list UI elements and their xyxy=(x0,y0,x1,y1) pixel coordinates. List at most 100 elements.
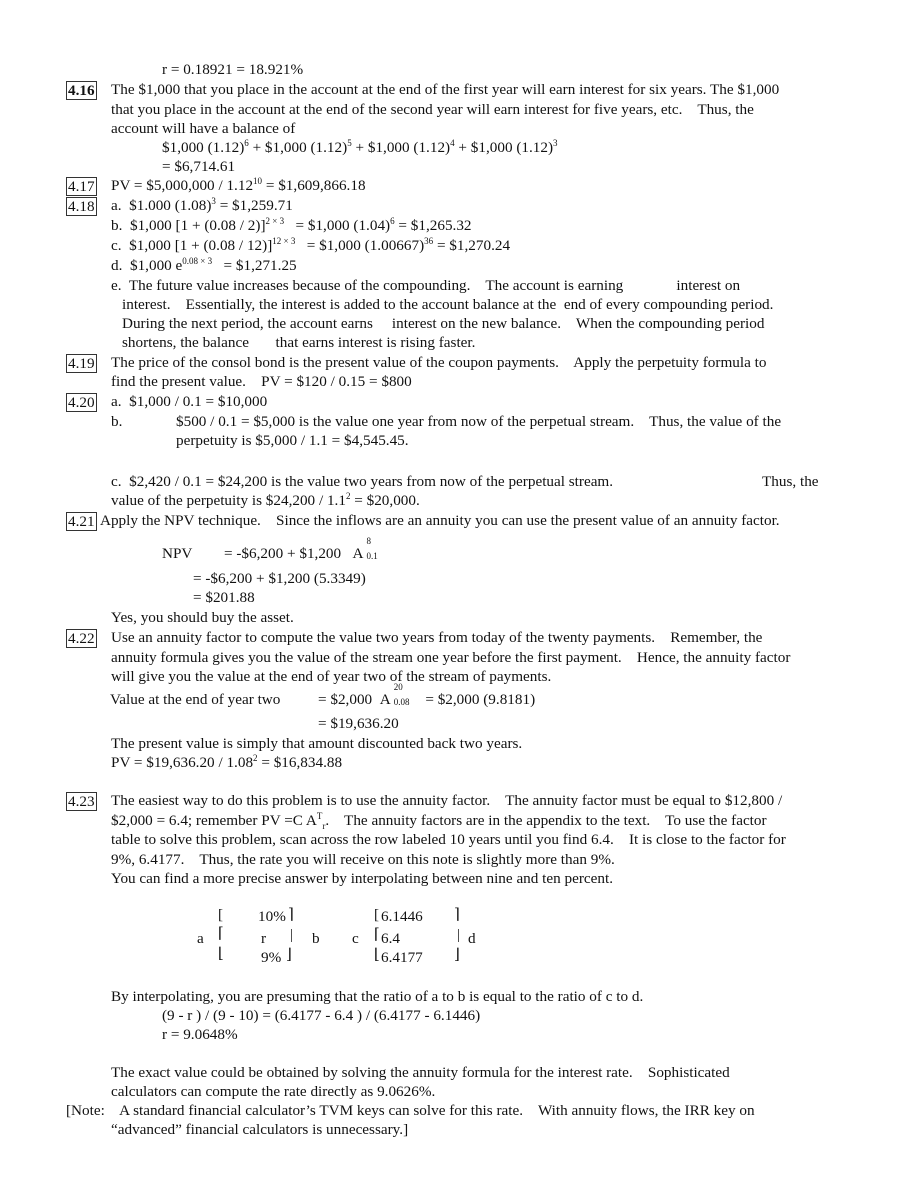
problem-4-22-text-1: Use an annuity factor to compute the val… xyxy=(111,629,763,646)
bracket-d-top: ⌉ xyxy=(454,907,460,923)
problem-4-16-text-1: The $1,000 that you place in the account… xyxy=(111,81,780,98)
bracket-d-bot: ⌋ xyxy=(454,947,460,963)
problem-4-23-text-10: calculators can compute the rate directl… xyxy=(111,1083,436,1100)
eq-term: = $1,271.25 xyxy=(212,257,297,274)
problem-4-23-text-2: $2,000 = 6.4; remember PV =C ATr. The an… xyxy=(111,811,767,831)
left-bracket-mid: ⌈ xyxy=(218,926,224,942)
exponent: 12 × 3 xyxy=(272,236,296,246)
r-result-line: r = 0.18921 = 18.921% xyxy=(162,61,304,78)
problem-4-22-pv: PV = $19,636.20 / 1.082 = $16,834.88 xyxy=(111,753,342,773)
interpolation-equation: (9 - r ) / (9 - 10) = (6.4177 - 6.4 ) / … xyxy=(162,1007,481,1024)
note-line-2: “advanced” financial calculators is unne… xyxy=(111,1121,409,1138)
interp-label-b: b xyxy=(312,930,320,947)
problem-4-16-equation: $1,000 (1.12)6 + $1,000 (1.12)5 + $1,000… xyxy=(162,138,558,158)
npv-equation-2: = -$6,200 + $1,200 (5.3349) xyxy=(193,570,366,587)
problem-4-20-b-2: perpetuity is $5,000 / 1.1 = $4,545.45. xyxy=(176,432,409,449)
problem-4-23-text-6: By interpolating, you are presuming that… xyxy=(111,988,644,1005)
bracket-d-mid: | xyxy=(457,927,461,943)
annuity-periods: 20 xyxy=(393,682,403,692)
problem-4-23-text-9: The exact value could be obtained by sol… xyxy=(111,1064,730,1081)
problem-4-23-text-3: table to solve this problem, scan across… xyxy=(111,831,786,848)
value-end-year-two-label: Value at the end of year two xyxy=(110,691,281,708)
problem-4-18-c: c. $1,000 [1 + (0.08 / 12)]12 × 3 = $1,0… xyxy=(111,236,510,256)
problem-label-4-20: 4.20 xyxy=(66,393,97,412)
eq-term: PV = $19,636.20 / 1.08 xyxy=(111,754,254,771)
problem-4-22-text-3: will give you the value at the end of ye… xyxy=(111,668,552,685)
right-bracket-bot: ⌋ xyxy=(286,947,292,963)
exponent: 3 xyxy=(553,138,558,148)
problem-4-18-e-4: shortens, the balance that earns interes… xyxy=(122,334,476,351)
left-bracket-bot: ⌊ xyxy=(218,946,224,962)
annuity-symbol: A xyxy=(379,691,391,708)
eq-term: b. $1,000 [1 + (0.08 / 2)] xyxy=(111,217,266,234)
npv-equation-3: = $201.88 xyxy=(193,589,255,606)
problem-4-20-b-label: b. xyxy=(111,413,123,430)
eq-term: = $1,609,866.18 xyxy=(262,177,366,194)
annuity-periods: 8 xyxy=(366,536,372,546)
problem-4-20-c-2: value of the perpetuity is $24,200 / 1.1… xyxy=(111,491,420,511)
exponent: 2 × 3 xyxy=(265,216,285,226)
problem-label-4-17: 4.17 xyxy=(66,177,97,196)
problem-label-4-19: 4.19 xyxy=(66,354,97,373)
eq-term: + $1,000 (1.12) xyxy=(454,139,554,156)
interp-left-bot: 9% xyxy=(261,949,282,966)
eq-term: PV = $5,000,000 / 1.12 xyxy=(111,177,254,194)
problem-4-19-text-1: The price of the consol bond is the pres… xyxy=(111,354,767,371)
interp-right-top: 6.1446 xyxy=(381,908,423,925)
problem-4-20-c-1-tail: Thus, the xyxy=(762,473,819,490)
eq-term: = $1,000 (1.00667) xyxy=(295,237,425,254)
interp-right-mid: 6.4 xyxy=(381,930,400,947)
eq-term: a. $1.000 (1.08) xyxy=(111,197,212,214)
problem-4-22-text-4: The present value is simply that amount … xyxy=(111,735,523,752)
problem-4-23-text-1: The easiest way to do this problem is to… xyxy=(111,792,783,809)
eq-term: = $2,000 xyxy=(318,691,373,708)
problem-4-18-e-1: e. The future value increases because of… xyxy=(111,277,741,294)
problem-4-23-text-4: 9%, 6.4177. Thus, the rate you will rece… xyxy=(111,851,615,868)
interp-left-top: 10% xyxy=(258,908,286,925)
interp-label-c: c xyxy=(352,930,359,947)
eq-term: d. $1,000 e xyxy=(111,257,183,274)
problem-4-16-text-2: that you place in the account at the end… xyxy=(111,101,754,118)
npv-equation-1: = -$6,200 + $1,200 A 8 0.1 xyxy=(224,536,381,564)
problem-4-16-result: = $6,714.61 xyxy=(162,158,236,175)
eq-term: = $1,270.24 xyxy=(433,237,511,254)
problem-4-18-a: a. $1.000 (1.08)3 = $1,259.71 xyxy=(111,196,293,216)
eq-term: = $1,000 (1.04) xyxy=(284,217,391,234)
eq-term: + $1,000 (1.12) xyxy=(351,139,451,156)
annuity-symbol: A xyxy=(352,545,364,562)
eq-term: = $1,259.71 xyxy=(215,197,293,214)
problem-label-4-22: 4.22 xyxy=(66,629,97,648)
exponent: 36 xyxy=(424,236,434,246)
eq-term: $1,000 (1.12) xyxy=(162,139,245,156)
problem-4-18-e-2: interest. Essentially, the interest is a… xyxy=(122,296,774,313)
problem-4-22-text-2: annuity formula gives you the value of t… xyxy=(111,649,791,666)
problem-4-23-text-5: You can find a more precise answer by in… xyxy=(111,870,614,887)
eq-term: = $16,834.88 xyxy=(257,754,343,771)
problem-4-17-text: PV = $5,000,000 / 1.1210 = $1,609,866.18 xyxy=(111,176,366,196)
exponent: 0.08 × 3 xyxy=(182,256,213,266)
interp-right-bot: 6.4177 xyxy=(381,949,423,966)
value-end-year-two-equation: = $2,000 A 20 0.08 = $2,000 (9.8181) xyxy=(318,682,536,710)
problem-4-21-conclusion: Yes, you should buy the asset. xyxy=(111,609,294,626)
problem-4-16-text-3: account will have a balance of xyxy=(111,120,296,137)
problem-4-20-a: a. $1,000 / 0.1 = $10,000 xyxy=(111,393,268,410)
interp-label-a: a xyxy=(197,930,204,947)
bracket-c-mid: ⌈ xyxy=(374,927,380,943)
eq-term: + $1,000 (1.12) xyxy=(248,139,348,156)
bracket-c-top: [ xyxy=(374,907,379,923)
interp-left-mid: r xyxy=(261,930,267,947)
problem-4-18-d: d. $1,000 e0.08 × 3 = $1,271.25 xyxy=(111,256,297,276)
bracket-c-bot: ⌊ xyxy=(374,947,380,963)
problem-label-4-16: 4.16 xyxy=(66,81,97,100)
eq-term: = $2,000 (9.8181) xyxy=(425,691,536,708)
eq-term: $2,000 = 6.4; remember PV =C A xyxy=(111,812,317,829)
value-end-year-two-result: = $19,636.20 xyxy=(318,715,399,732)
left-bracket-top: [ xyxy=(218,907,223,923)
problem-4-20-b-1: $500 / 0.1 = $5,000 is the value one yea… xyxy=(176,413,782,430)
eq-term: c. $1,000 [1 + (0.08 / 12)] xyxy=(111,237,273,254)
problem-label-4-18: 4.18 xyxy=(66,197,97,216)
exponent: 10 xyxy=(253,176,263,186)
annuity-factor: A 20 0.08 xyxy=(379,682,418,710)
annuity-rate: 0.1 xyxy=(366,551,378,561)
annuity-factor: A 8 0.1 xyxy=(352,536,381,564)
